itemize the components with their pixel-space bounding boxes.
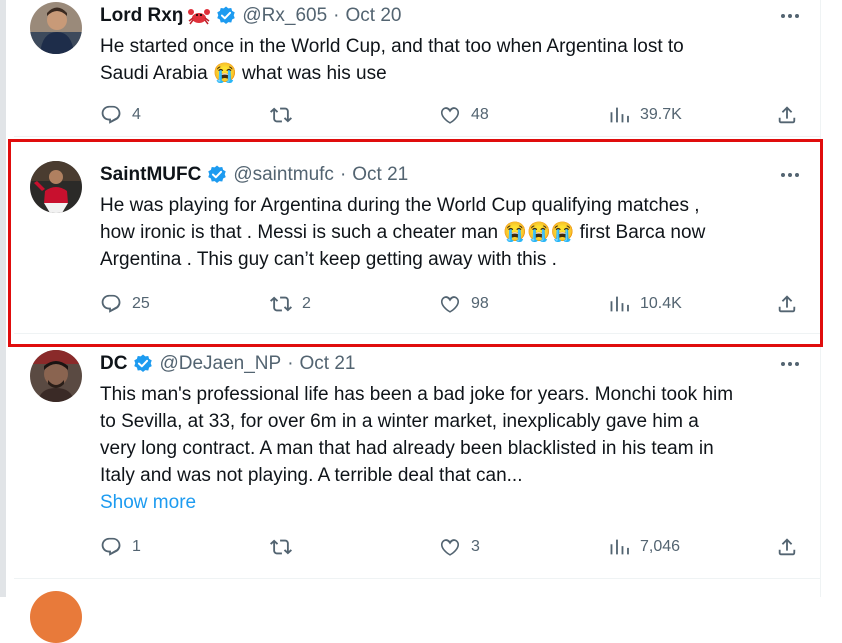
show-more-link[interactable]: Show more xyxy=(100,489,820,516)
like-button[interactable]: 3 xyxy=(439,534,480,560)
views-button[interactable]: 7,046 xyxy=(608,534,680,560)
avatar[interactable] xyxy=(30,350,82,402)
window-edge xyxy=(0,0,6,597)
share-icon xyxy=(776,104,798,126)
tweet-dc[interactable]: DC @DeJaen_NP · Oct 21 This man's profes… xyxy=(14,334,820,578)
verified-badge-icon xyxy=(216,6,236,26)
tweet-divider xyxy=(14,578,820,579)
highlight-box xyxy=(8,139,823,347)
reply-icon xyxy=(100,536,122,558)
action-bar: 1 3 7,046 xyxy=(100,534,820,560)
more-options-icon[interactable] xyxy=(778,8,802,24)
tweet-text-line: This man's professional life has been a … xyxy=(100,384,734,405)
next-tweet-avatar[interactable] xyxy=(30,591,82,643)
action-bar: 4 48 39.7K xyxy=(100,102,820,128)
repost-button[interactable] xyxy=(270,534,302,560)
tweet-text-line: Italy and was not playing. A terrible de… xyxy=(100,465,523,486)
tweet-text-line: He started once in the World Cup, and th… xyxy=(100,36,684,57)
verified-badge-icon xyxy=(133,354,153,374)
tweet-text-line: Saudi Arabia 😭 what was his use xyxy=(100,63,387,84)
author-name[interactable]: Lord Rxŋ xyxy=(100,5,183,27)
reply-button[interactable]: 4 xyxy=(100,102,141,128)
views-chart-icon xyxy=(608,536,630,558)
share-button[interactable] xyxy=(776,534,798,560)
tweet-text-line: very long contract. A man that had alrea… xyxy=(100,438,714,459)
crab-emoji-icon xyxy=(188,7,211,25)
separator-dot: · xyxy=(287,353,294,374)
tweet-lord-rxn[interactable]: Lord Rxŋ @Rx_605 · Oct 20 He started onc… xyxy=(14,0,820,136)
avatar[interactable] xyxy=(30,2,82,54)
repost-icon xyxy=(270,104,292,126)
views-count: 39.7K xyxy=(640,106,682,123)
reply-count: 4 xyxy=(132,106,141,123)
views-button[interactable]: 39.7K xyxy=(608,102,682,128)
share-icon xyxy=(776,536,798,558)
share-button[interactable] xyxy=(776,102,798,128)
tweet-text: This man's professional life has been a … xyxy=(100,381,820,489)
like-button[interactable]: 48 xyxy=(439,102,489,128)
tweet-text-line: to Sevilla, at 33, for over 6m in a wint… xyxy=(100,411,699,432)
repost-button[interactable] xyxy=(270,102,302,128)
heart-icon xyxy=(439,104,461,126)
reply-icon xyxy=(100,104,122,126)
repost-icon xyxy=(270,536,292,558)
heart-icon xyxy=(439,536,461,558)
tweet-date[interactable]: Oct 20 xyxy=(346,5,402,27)
author-name[interactable]: DC xyxy=(100,353,127,375)
tweet-header: Lord Rxŋ @Rx_605 · Oct 20 xyxy=(100,2,820,30)
reply-count: 1 xyxy=(132,538,141,555)
views-count: 7,046 xyxy=(640,538,681,555)
like-count: 3 xyxy=(471,538,480,555)
reply-button[interactable]: 1 xyxy=(100,534,141,560)
views-chart-icon xyxy=(608,104,630,126)
separator-dot: · xyxy=(333,5,340,26)
author-handle[interactable]: @Rx_605 xyxy=(242,5,327,27)
like-count: 48 xyxy=(471,106,489,123)
more-options-icon[interactable] xyxy=(778,356,802,372)
tweet-text: He started once in the World Cup, and th… xyxy=(100,33,820,87)
author-handle[interactable]: @DeJaen_NP xyxy=(159,353,281,375)
tweet-header: DC @DeJaen_NP · Oct 21 xyxy=(100,350,820,378)
tweet-date[interactable]: Oct 21 xyxy=(300,353,356,375)
